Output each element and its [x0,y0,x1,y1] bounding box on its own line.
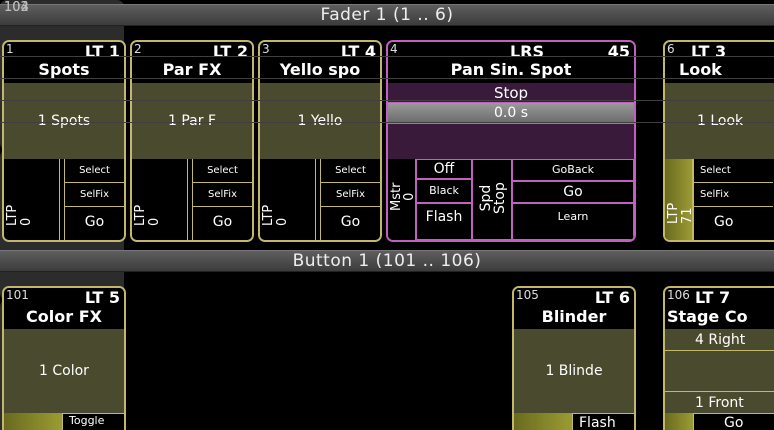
fader-level[interactable]: LTP 71 [665,159,695,240]
executor-number: 4 [390,42,398,56]
executor-name: Stage Co [667,307,748,326]
executor-cue: 1 Blinde [514,329,634,413]
fader-executor-1[interactable]: 1 LT 1 Spots 1 Spots LTP 0 Select SelFix … [2,40,126,242]
selfix-button[interactable]: SelFix [192,183,252,207]
executor-number: 2 [134,42,142,56]
fader-executor-6[interactable]: 6 LT 3 Look 1 Look LTP 71 Select SelFix G… [663,40,774,242]
executor-type: LT 4 [340,42,376,61]
button-executor-106[interactable]: 106 LT 7 Stage Co 4 Right 1 Front Go [663,286,774,430]
fader-level[interactable]: LTP 0 [260,159,316,240]
executor-name: Yello spo [279,60,361,79]
executor-time: 0.0 s [388,103,634,123]
flash-button[interactable]: Flash [572,413,634,430]
executor-number: 3 [262,42,270,56]
executor-type-number: 45 [607,42,630,61]
fader-executor-4[interactable]: 4 LRS 45 Pan Sin. Spot Stop 0.0 s Mstr 0 … [386,40,636,242]
executor-cue: 1 Par F [132,83,252,159]
go-button[interactable]: Go [693,413,774,430]
select-button[interactable]: Select [64,159,124,183]
executor-number: 101 [6,288,29,302]
fader-level[interactable]: LTP 0 [4,159,60,240]
go-button[interactable]: Go [64,207,124,240]
button-executor-105[interactable]: 105 LT 6 Blinder 1 Blinde Flash [512,286,636,430]
executor-cue: 1 Color [4,329,124,413]
flash-button[interactable]: Flash [416,203,472,240]
learn-button[interactable]: Learn [512,203,634,240]
executor-name: Color FX [26,307,102,326]
fader-bank-header: Fader 1 (1 .. 6) [0,4,774,26]
executor-cue: 1 Look [665,83,774,159]
executor-name: Spots [38,60,90,79]
executor-type: LRS [509,42,544,61]
executor-type: LT 5 [84,288,120,307]
selfix-button[interactable]: SelFix [320,183,380,207]
executor-type: LT 7 [695,288,731,307]
executor-type: LT 6 [594,288,630,307]
off-button[interactable]: Off [416,159,472,179]
toggle-button[interactable]: Toggle [62,413,124,430]
executor-number: 105 [516,288,539,302]
executor-type: LT 2 [212,42,248,61]
executor-name: Look [679,60,722,79]
select-button[interactable]: Select [320,159,380,183]
go-button[interactable]: Go [320,207,380,240]
select-button[interactable]: Select [192,159,252,183]
executor-cue: 1 Spots [4,83,124,159]
select-button[interactable]: Select [693,159,773,183]
selfix-button[interactable]: SelFix [693,183,773,207]
executor-header: 1 LT 1 Spots [4,42,124,83]
executor-name: Par FX [162,60,222,79]
executor-next-cue: 1 Front [665,391,774,413]
executor-number: 6 [667,42,675,56]
button-executor-101[interactable]: 101 LT 5 Color FX 1 Color Toggle [2,286,126,430]
goback-button[interactable]: GoBack [512,159,634,181]
button-bank-header: Button 1 (101 .. 106) [0,250,774,272]
executor-type: LT 1 [84,42,120,61]
executor-cue: 1 Yello [260,83,380,159]
executor-name: Blinder [541,307,607,326]
go-button[interactable]: Go [192,207,252,240]
speed-fader[interactable]: Spd Stop [472,159,512,240]
fader-level[interactable]: LTP 0 [132,159,188,240]
executor-name: Pan Sin. Spot [450,60,572,79]
fader-executor-3[interactable]: 3 LT 4 Yello spo 1 Yello LTP 0 Select Sel… [258,40,382,242]
selfix-button[interactable]: SelFix [64,183,124,207]
executor-cue: 4 Right [665,329,774,351]
black-button[interactable]: Black [416,179,472,203]
fader-executor-2[interactable]: 2 LT 2 Par FX 1 Par F LTP 0 Select SelFix… [130,40,254,242]
executor-type: LT 3 [691,42,727,61]
master-fader[interactable]: Mstr 0 [388,159,417,240]
go-button[interactable]: Go [693,207,773,240]
executor-number: 1 [6,42,14,56]
go-button[interactable]: Go [512,181,634,203]
executor-number: 106 [667,288,690,302]
